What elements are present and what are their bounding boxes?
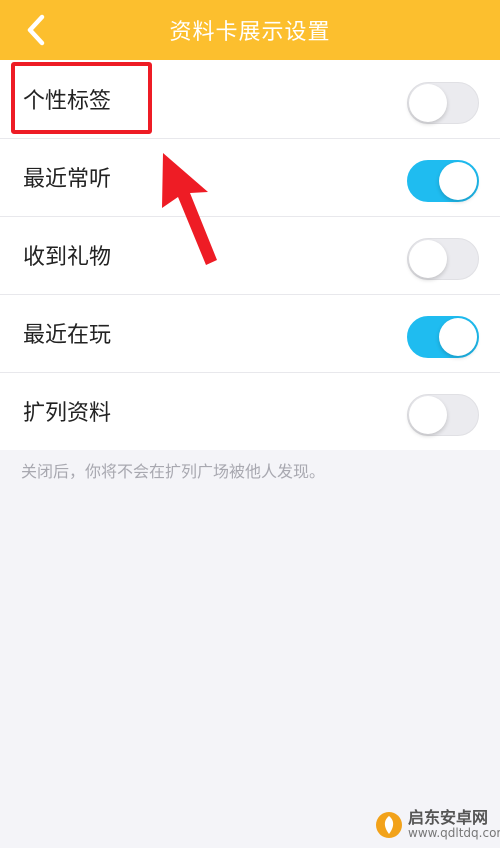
chevron-left-icon <box>27 14 45 46</box>
setting-row-recently-played: 最近在玩 <box>0 294 500 372</box>
watermark: 启东安卓网 www.qdltdq.com <box>374 808 500 841</box>
back-button[interactable] <box>14 8 58 52</box>
setting-row-recently-listened: 最近常听 <box>0 138 500 216</box>
toggle-knob <box>439 162 477 200</box>
toggle-switch[interactable] <box>407 160 479 202</box>
toggle-knob <box>409 240 447 278</box>
setting-row-gifts-received: 收到礼物 <box>0 216 500 294</box>
toggle-knob <box>409 396 447 434</box>
hint-text: 关闭后，你将不会在扩列广场被他人发现。 <box>21 462 326 481</box>
toggle-knob <box>409 84 447 122</box>
setting-row-friend-profile: 扩列资料 <box>0 372 500 450</box>
setting-label: 扩列资料 <box>23 401 112 426</box>
app-header: 资料卡展示设置 <box>0 0 500 60</box>
toggle-switch[interactable] <box>407 394 479 436</box>
toggle-switch[interactable] <box>407 316 479 358</box>
toggle-switch[interactable] <box>407 238 479 280</box>
watermark-logo-icon <box>376 812 402 838</box>
setting-label: 最近常听 <box>23 167 112 192</box>
watermark-url: www.qdltdq.com <box>408 826 500 841</box>
toggle-switch[interactable] <box>407 82 479 124</box>
setting-label: 收到礼物 <box>23 245 112 270</box>
page-title: 资料卡展示设置 <box>169 20 331 45</box>
toggle-knob <box>439 318 477 356</box>
setting-label: 最近在玩 <box>23 323 112 348</box>
annotation-arrow-icon <box>162 153 217 265</box>
watermark-name: 启东安卓网 <box>408 808 489 828</box>
annotation-highlight-box <box>11 62 152 134</box>
